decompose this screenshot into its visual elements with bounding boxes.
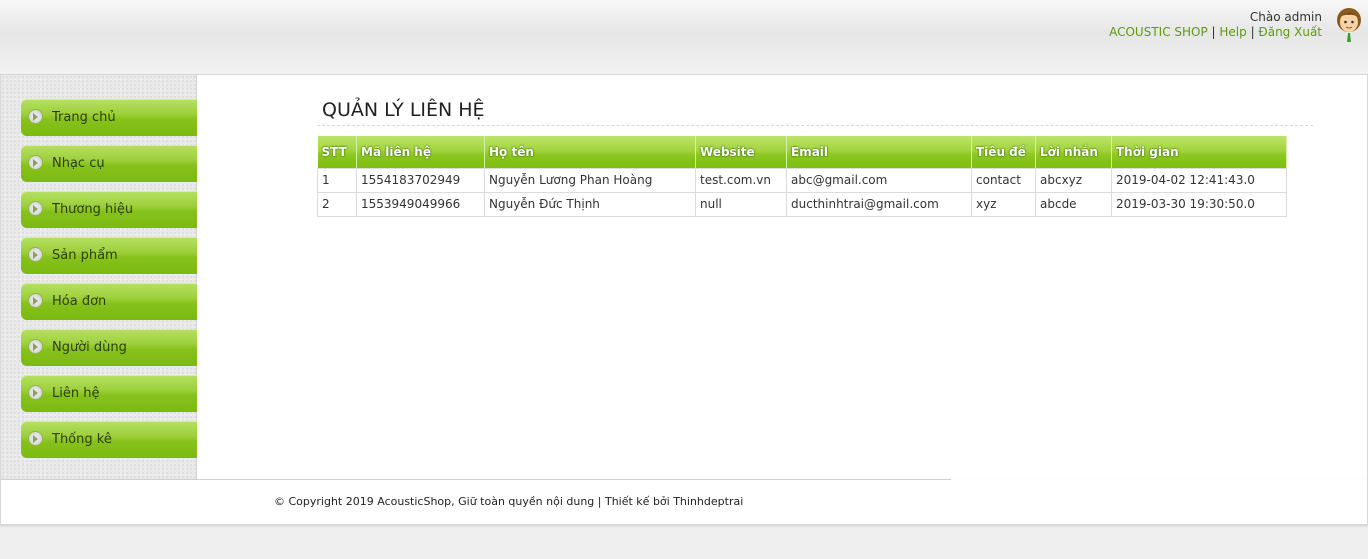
sidebar-item-label: Nhạc cụ — [52, 156, 105, 171]
cell-loi-nhan: abcxyz — [1035, 167, 1112, 193]
cell-website: null — [695, 191, 787, 217]
cell-ma-lien-he: 1554183702949 — [356, 167, 485, 193]
cell-thoi-gian: 2019-03-30 19:30:50.0 — [1111, 191, 1287, 217]
chevron-right-circle-icon — [28, 339, 43, 354]
shop-link[interactable]: ACOUSTIC SHOP — [1109, 25, 1208, 39]
sidebar-item-san-pham[interactable]: Sản phẩm — [21, 237, 197, 274]
sidebar-item-nguoi-dung[interactable]: Người dùng — [21, 329, 197, 366]
cell-tieu-de: xyz — [971, 191, 1036, 217]
table-row[interactable]: 2 1553949049966 Nguyễn Đức Thịnh null du… — [317, 191, 1287, 217]
user-avatar-icon — [1335, 8, 1363, 42]
cell-stt: 2 — [317, 191, 357, 217]
sidebar-item-thong-ke[interactable]: Thống kê — [21, 421, 197, 458]
cell-ho-ten: Nguyễn Lương Phan Hoàng — [484, 167, 696, 193]
main-container: Trang chủ Nhạc cụ Thương hiệu Sản phẩm H… — [0, 75, 1368, 479]
column-header-ma-lien-he[interactable]: Mã liên hệ — [356, 136, 485, 168]
chevron-right-circle-icon — [28, 201, 43, 216]
sidebar-item-label: Trang chủ — [52, 110, 116, 125]
header: Chào admin ACOUSTIC SHOP | Help | Đăng X… — [0, 0, 1368, 75]
chevron-right-circle-icon — [28, 155, 43, 170]
sidebar-item-label: Sản phẩm — [52, 248, 118, 263]
sidebar-item-label: Người dùng — [52, 340, 127, 355]
logout-link[interactable]: Đăng Xuất — [1258, 25, 1322, 39]
greeting-text: Chào admin — [1249, 10, 1322, 24]
chevron-right-circle-icon — [28, 431, 43, 446]
contacts-table: STT Mã liên hệ Họ tên Website Email Tiêu… — [317, 136, 1287, 217]
column-header-thoi-gian[interactable]: Thời gian — [1111, 136, 1287, 168]
cell-email: ducthinhtrai@gmail.com — [786, 191, 972, 217]
chevron-right-circle-icon — [28, 293, 43, 308]
cell-stt: 1 — [317, 167, 357, 193]
cell-tieu-de: contact — [971, 167, 1036, 193]
cell-ma-lien-he: 1553949049966 — [356, 191, 485, 217]
sidebar-menu: Trang chủ Nhạc cụ Thương hiệu Sản phẩm H… — [21, 99, 197, 467]
user-links: ACOUSTIC SHOP | Help | Đăng Xuất — [1109, 25, 1322, 40]
sidebar-item-label: Thống kê — [52, 432, 112, 447]
chevron-right-circle-icon — [28, 247, 43, 262]
chevron-right-circle-icon — [28, 385, 43, 400]
link-separator: | — [1246, 25, 1259, 39]
column-header-email[interactable]: Email — [786, 136, 972, 168]
column-header-website[interactable]: Website — [695, 136, 787, 168]
sidebar-item-lien-he[interactable]: Liên hệ — [21, 375, 197, 412]
table-header-row: STT Mã liên hệ Họ tên Website Email Tiêu… — [317, 136, 1287, 168]
footer-divider — [1, 479, 951, 480]
copyright-text: © Copyright 2019 AcousticShop, Giữ toàn … — [274, 495, 744, 508]
sidebar-item-thuong-hieu[interactable]: Thương hiệu — [21, 191, 197, 228]
sidebar-item-trang-chu[interactable]: Trang chủ — [21, 99, 197, 136]
footer: © Copyright 2019 AcousticShop, Giữ toàn … — [0, 479, 1368, 525]
sidebar-item-label: Liên hệ — [52, 386, 100, 401]
table-row[interactable]: 1 1554183702949 Nguyễn Lương Phan Hoàng … — [317, 167, 1287, 193]
sidebar-item-label: Thương hiệu — [52, 202, 134, 217]
column-header-tieu-de[interactable]: Tiêu đề — [971, 136, 1036, 168]
cell-email: abc@gmail.com — [786, 167, 972, 193]
help-link[interactable]: Help — [1219, 25, 1246, 39]
column-header-stt[interactable]: STT — [317, 136, 357, 168]
cell-website: test.com.vn — [695, 167, 787, 193]
column-header-ho-ten[interactable]: Họ tên — [484, 136, 696, 168]
page-title: QUẢN LÝ LIÊN HỆ — [317, 97, 1313, 126]
sidebar: Trang chủ Nhạc cụ Thương hiệu Sản phẩm H… — [1, 75, 197, 479]
link-separator: | — [1207, 25, 1220, 39]
cell-thoi-gian: 2019-04-02 12:41:43.0 — [1111, 167, 1287, 193]
cell-ho-ten: Nguyễn Đức Thịnh — [484, 191, 696, 217]
sidebar-item-hoa-don[interactable]: Hóa đơn — [21, 283, 197, 320]
user-box: Chào admin ACOUSTIC SHOP | Help | Đăng X… — [1109, 10, 1322, 40]
sidebar-item-label: Hóa đơn — [52, 294, 107, 309]
content-area: QUẢN LÝ LIÊN HỆ STT Mã liên hệ Họ tên We… — [317, 97, 1313, 217]
column-header-loi-nhan[interactable]: Lời nhắn — [1035, 136, 1112, 168]
chevron-right-circle-icon — [28, 109, 43, 124]
cell-loi-nhan: abcde — [1035, 191, 1112, 217]
sidebar-item-nhac-cu[interactable]: Nhạc cụ — [21, 145, 197, 182]
